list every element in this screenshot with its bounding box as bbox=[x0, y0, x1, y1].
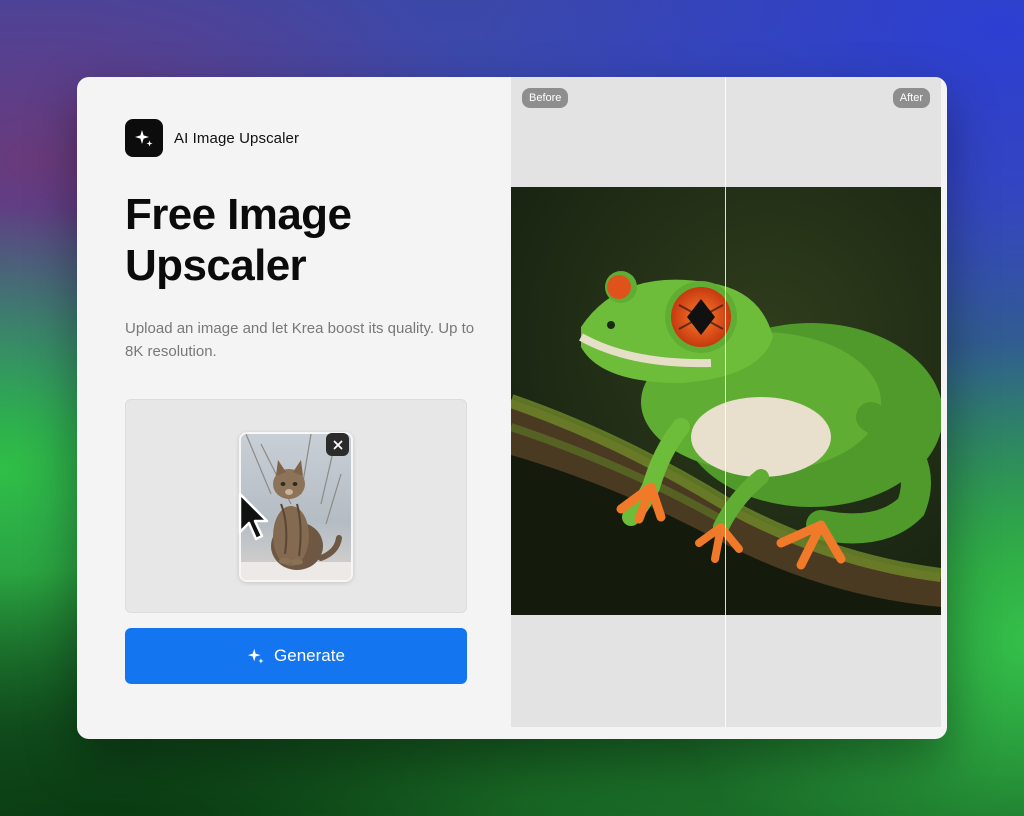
page-subtitle: Upload an image and let Krea boost its q… bbox=[125, 320, 475, 360]
page-title: Free Image Upscaler bbox=[125, 190, 352, 290]
sparkle-icon bbox=[125, 119, 163, 157]
remove-image-button[interactable] bbox=[326, 433, 349, 456]
left-panel: AI Image Upscaler Free Image Upscaler Up… bbox=[77, 77, 511, 739]
frog-image bbox=[511, 187, 941, 615]
generate-button[interactable]: Generate bbox=[125, 628, 467, 684]
mouse-cursor-icon bbox=[238, 492, 269, 541]
brand-header: AI Image Upscaler bbox=[125, 119, 299, 157]
before-label: Before bbox=[522, 88, 569, 108]
after-label: After bbox=[892, 88, 930, 108]
close-icon bbox=[333, 440, 342, 449]
upload-dropzone[interactable] bbox=[125, 399, 467, 613]
app-name: AI Image Upscaler bbox=[174, 129, 300, 147]
app-window: AI Image Upscaler Free Image Upscaler Up… bbox=[77, 77, 947, 739]
sparkle-icon bbox=[247, 648, 264, 664]
comparison-viewer[interactable]: Before After bbox=[511, 77, 941, 727]
generate-button-label: Generate bbox=[274, 646, 345, 665]
comparison-slider-handle[interactable] bbox=[725, 77, 726, 727]
